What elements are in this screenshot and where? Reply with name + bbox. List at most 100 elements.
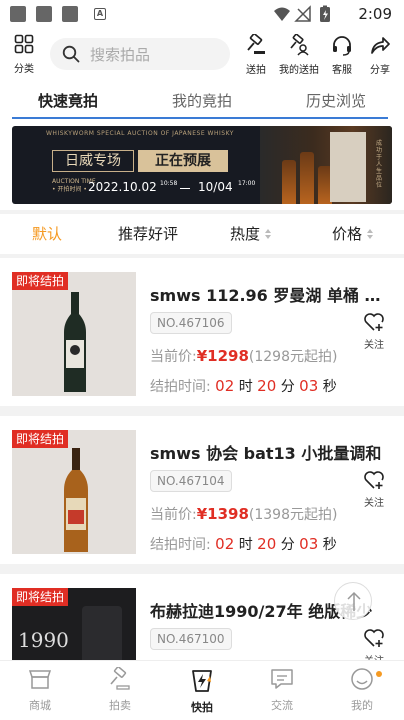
nav-auction[interactable]: 拍卖 <box>90 666 150 713</box>
consign-label: 送拍 <box>246 65 266 76</box>
auction-time-cn: • 开拍时间 • <box>52 186 87 193</box>
follow-label: 关注 <box>364 340 384 351</box>
customer-service-label: 客服 <box>332 65 352 76</box>
my-consign-button[interactable]: 我的送拍 <box>276 33 322 76</box>
bottom-nav: 商城 拍卖 快拍 交流 我的 <box>0 660 404 720</box>
gavel-icon <box>247 33 265 54</box>
nav-chat[interactable]: 交流 <box>252 667 312 713</box>
category-button[interactable]: 分类 <box>6 34 42 75</box>
lot-number: NO.467100 <box>150 628 232 650</box>
customer-service-button[interactable]: 客服 <box>328 34 356 76</box>
category-label: 分类 <box>14 64 34 75</box>
follow-button[interactable]: 关注 <box>360 470 388 509</box>
search-input[interactable]: 搜索拍品 <box>50 38 230 70</box>
current-price: 当前价:¥1398(1398元起拍) <box>150 504 337 524</box>
nav-quick-auction[interactable]: 快拍 <box>172 667 232 715</box>
banner-start-time: 10:58 <box>160 180 178 187</box>
wifi-icon <box>274 7 290 21</box>
nav-store[interactable]: 商城 <box>10 667 70 713</box>
price-value: ¥1398 <box>196 505 249 523</box>
minutes: 20 <box>257 377 277 395</box>
price-value: ¥1298 <box>196 347 249 365</box>
seconds: 03 <box>299 377 319 395</box>
keyboard-icon: A <box>94 8 106 20</box>
notification-icon <box>62 6 78 22</box>
nav-store-label: 商城 <box>29 699 51 712</box>
bottle-image <box>300 152 314 204</box>
promo-banner[interactable]: WHISKYWORM SPECIAL AUCTION OF JAPANESE W… <box>12 126 392 204</box>
hours: 02 <box>215 535 235 553</box>
top-toolbar: 分类 搜索拍品 送拍 我的送拍 客服 分享 <box>0 28 404 80</box>
sort-default[interactable]: 默认 <box>32 223 62 244</box>
whisky-box-image <box>330 132 366 202</box>
minutes: 20 <box>257 535 277 553</box>
nav-chat-label: 交流 <box>271 699 293 712</box>
banner-end-time: 17:00 <box>238 180 256 187</box>
search-icon <box>62 45 80 63</box>
arrow-up-icon <box>347 591 361 611</box>
sort-recommended[interactable]: 推荐好评 <box>118 223 178 244</box>
share-label: 分享 <box>370 65 390 76</box>
consign-button[interactable]: 送拍 <box>242 33 270 76</box>
item-title: smws 协会 bat13 小批量调和 <box>150 444 382 463</box>
heart-plus-icon <box>364 471 384 489</box>
notification-dot <box>376 671 382 677</box>
sort-arrows-icon <box>264 228 272 240</box>
sort-price[interactable]: 价格 <box>332 223 374 244</box>
auction-item[interactable]: 即将结拍 smws 112.96 罗曼湖 单桶 1... NO.467106 当… <box>0 258 404 406</box>
follow-button[interactable]: 关注 <box>360 312 388 351</box>
hours: 02 <box>215 377 235 395</box>
tab-bar: 快速竟拍 我的竟拍 历史浏览 <box>0 80 404 120</box>
seconds: 03 <box>299 535 319 553</box>
sort-popularity[interactable]: 热度 <box>230 223 272 244</box>
follow-label: 关注 <box>364 498 384 509</box>
nav-auction-label: 拍卖 <box>109 699 131 712</box>
current-price: 当前价:¥1298(1298元起拍) <box>150 346 337 366</box>
banner-container: WHISKYWORM SPECIAL AUCTION OF JAPANESE W… <box>0 120 404 210</box>
lot-number: NO.467104 <box>150 470 232 492</box>
hours-unit: 时 <box>238 537 253 553</box>
auction-icon <box>110 666 130 690</box>
banner-side-text: 成功于人生品位 <box>376 140 383 189</box>
banner-whisky-photo: 成功于人生品位 <box>260 126 392 204</box>
my-consign-icon <box>290 33 309 56</box>
sort-bar: 默认 推荐好评 热度 价格 <box>0 214 404 254</box>
ending-soon-badge: 即将结拍 <box>12 430 69 448</box>
status-bar: A 2:09 <box>0 0 404 28</box>
tab-quick-auction[interactable]: 快速竟拍 <box>38 90 98 111</box>
nav-quick-auction-label: 快拍 <box>191 701 213 714</box>
my-consign-label: 我的送拍 <box>279 65 319 76</box>
lot-number: NO.467106 <box>150 312 232 334</box>
hours-unit: 时 <box>238 379 253 395</box>
scroll-to-top-button[interactable] <box>334 582 372 620</box>
sort-price-label: 价格 <box>332 225 363 243</box>
banner-status: 正在预展 <box>138 150 228 172</box>
banner-start-date: 2022.10.02 <box>88 180 157 194</box>
notification-icon <box>36 6 52 22</box>
start-price: (1398元起拍) <box>248 507 338 523</box>
heart-plus-icon <box>364 629 384 647</box>
auction-item[interactable]: 即将结拍 smws 协会 bat13 小批量调和 NO.467104 当前价:¥… <box>0 416 404 564</box>
nav-profile[interactable]: 我的 <box>332 667 392 713</box>
banner-title: 日威专场 <box>52 150 134 172</box>
grid-icon <box>14 34 34 54</box>
share-button[interactable]: 分享 <box>366 34 394 76</box>
item-image: 即将结拍 <box>12 430 136 554</box>
quick-auction-icon <box>192 670 212 692</box>
tab-history[interactable]: 历史浏览 <box>306 90 366 111</box>
seconds-unit: 秒 <box>322 379 337 395</box>
time-label: 结拍时间: <box>150 379 211 395</box>
nav-profile-label: 我的 <box>351 699 373 712</box>
price-label: 当前价: <box>150 507 197 523</box>
end-countdown: 结拍时间: 02 时 20 分 03 秒 <box>150 534 337 554</box>
bottle-image <box>64 292 86 392</box>
ending-soon-badge: 即将结拍 <box>12 588 69 606</box>
banner-end-date: 10/04 <box>198 180 233 194</box>
headset-icon <box>333 36 351 56</box>
ending-soon-badge: 即将结拍 <box>12 272 69 290</box>
bottle-image <box>282 160 296 204</box>
minutes-unit: 分 <box>280 379 295 395</box>
end-countdown: 结拍时间: 02 时 20 分 03 秒 <box>150 376 337 396</box>
tab-my-auction[interactable]: 我的竟拍 <box>172 90 232 111</box>
image-text: 1990 <box>18 628 69 652</box>
